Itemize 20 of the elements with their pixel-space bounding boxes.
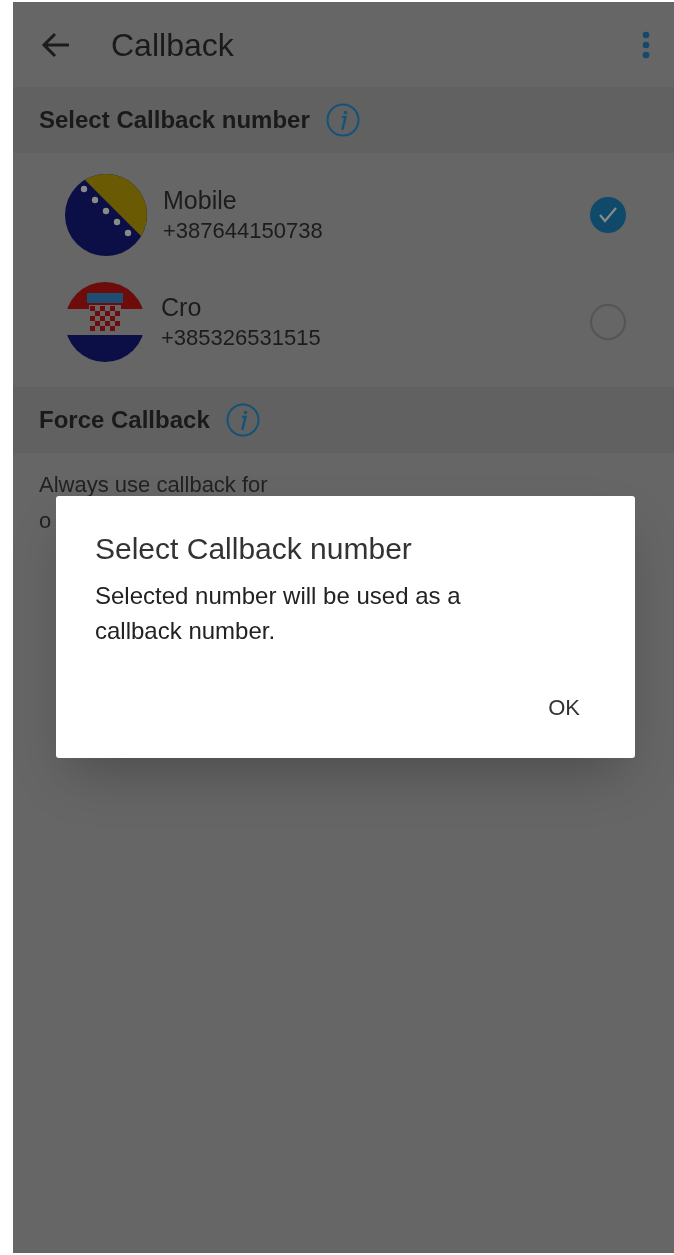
number-label: Mobile	[163, 184, 238, 216]
dialog-message: Selected number will be used as a callback number.	[95, 581, 462, 646]
checked-radio-icon[interactable]	[590, 196, 626, 233]
number-row[interactable]: Mobile +387644150738	[13, 161, 674, 268]
dialog-title: Select Callback number	[95, 531, 413, 567]
back-arrow-icon[interactable]	[41, 31, 71, 58]
more-options-icon[interactable]	[642, 30, 650, 59]
app-bar-title: Callback	[111, 25, 234, 65]
flag-icon	[65, 280, 145, 363]
info-icon[interactable]	[325, 103, 360, 137]
section-title: Force Callback	[39, 405, 210, 435]
number-row[interactable]: Cro +385326531515	[13, 268, 674, 375]
info-icon[interactable]	[225, 403, 260, 437]
phone-number: +387644150738	[163, 216, 323, 245]
number-label: Cro	[161, 291, 203, 323]
setting-label: Always use callback for	[39, 471, 268, 499]
phone-number: +385326531515	[161, 323, 321, 352]
section-title: Select Callback number	[39, 105, 310, 135]
ok-button[interactable]: OK	[532, 685, 596, 730]
setting-label: o	[39, 507, 52, 535]
